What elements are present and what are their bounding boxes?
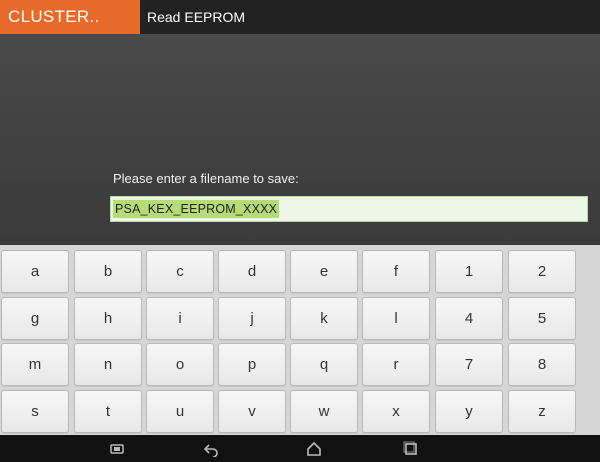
key-1[interactable]: 1 bbox=[435, 250, 503, 293]
key-8[interactable]: 8 bbox=[508, 343, 576, 386]
key-z[interactable]: z bbox=[508, 390, 576, 433]
filename-input[interactable]: PSA_KEX_EEPROM_XXXX bbox=[110, 196, 588, 222]
cluster-tab[interactable]: CLUSTER.. bbox=[0, 0, 140, 34]
key-s[interactable]: s bbox=[1, 390, 69, 433]
key-g[interactable]: g bbox=[1, 297, 69, 340]
recent-apps-icon[interactable] bbox=[402, 440, 420, 458]
key-n[interactable]: n bbox=[74, 343, 142, 386]
android-navbar bbox=[0, 435, 600, 462]
key-b[interactable]: b bbox=[74, 250, 142, 293]
cluster-tab-label: CLUSTER.. bbox=[8, 7, 100, 26]
key-2[interactable]: 2 bbox=[508, 250, 576, 293]
key-4[interactable]: 4 bbox=[435, 297, 503, 340]
home-icon[interactable] bbox=[305, 440, 323, 458]
key-p[interactable]: p bbox=[218, 343, 286, 386]
key-a[interactable]: a bbox=[1, 250, 69, 293]
virtual-keyboard: abcdef12 ghijkl45 mnopqr78 stuvwxyz bbox=[0, 245, 600, 435]
key-i[interactable]: i bbox=[146, 297, 214, 340]
key-c[interactable]: c bbox=[146, 250, 214, 293]
key-k[interactable]: k bbox=[290, 297, 358, 340]
key-t[interactable]: t bbox=[74, 390, 142, 433]
key-q[interactable]: q bbox=[290, 343, 358, 386]
filename-prompt: Please enter a filename to save: bbox=[113, 171, 299, 186]
key-v[interactable]: v bbox=[218, 390, 286, 433]
key-w[interactable]: w bbox=[290, 390, 358, 433]
back-icon[interactable] bbox=[202, 440, 220, 458]
key-5[interactable]: 5 bbox=[508, 297, 576, 340]
key-o[interactable]: o bbox=[146, 343, 214, 386]
page-title: Read EEPROM bbox=[147, 9, 246, 25]
key-x[interactable]: x bbox=[362, 390, 430, 433]
key-r[interactable]: r bbox=[362, 343, 430, 386]
key-y[interactable]: y bbox=[435, 390, 503, 433]
key-l[interactable]: l bbox=[362, 297, 430, 340]
key-f[interactable]: f bbox=[362, 250, 430, 293]
app-header: CLUSTER.. Read EEPROM bbox=[0, 0, 600, 34]
key-h[interactable]: h bbox=[74, 297, 142, 340]
key-u[interactable]: u bbox=[146, 390, 214, 433]
key-m[interactable]: m bbox=[1, 343, 69, 386]
filename-input-value: PSA_KEX_EEPROM_XXXX bbox=[113, 200, 280, 218]
key-d[interactable]: d bbox=[218, 250, 286, 293]
key-j[interactable]: j bbox=[218, 297, 286, 340]
key-e[interactable]: e bbox=[290, 250, 358, 293]
key-7[interactable]: 7 bbox=[435, 343, 503, 386]
screenshot-icon[interactable] bbox=[108, 440, 126, 458]
